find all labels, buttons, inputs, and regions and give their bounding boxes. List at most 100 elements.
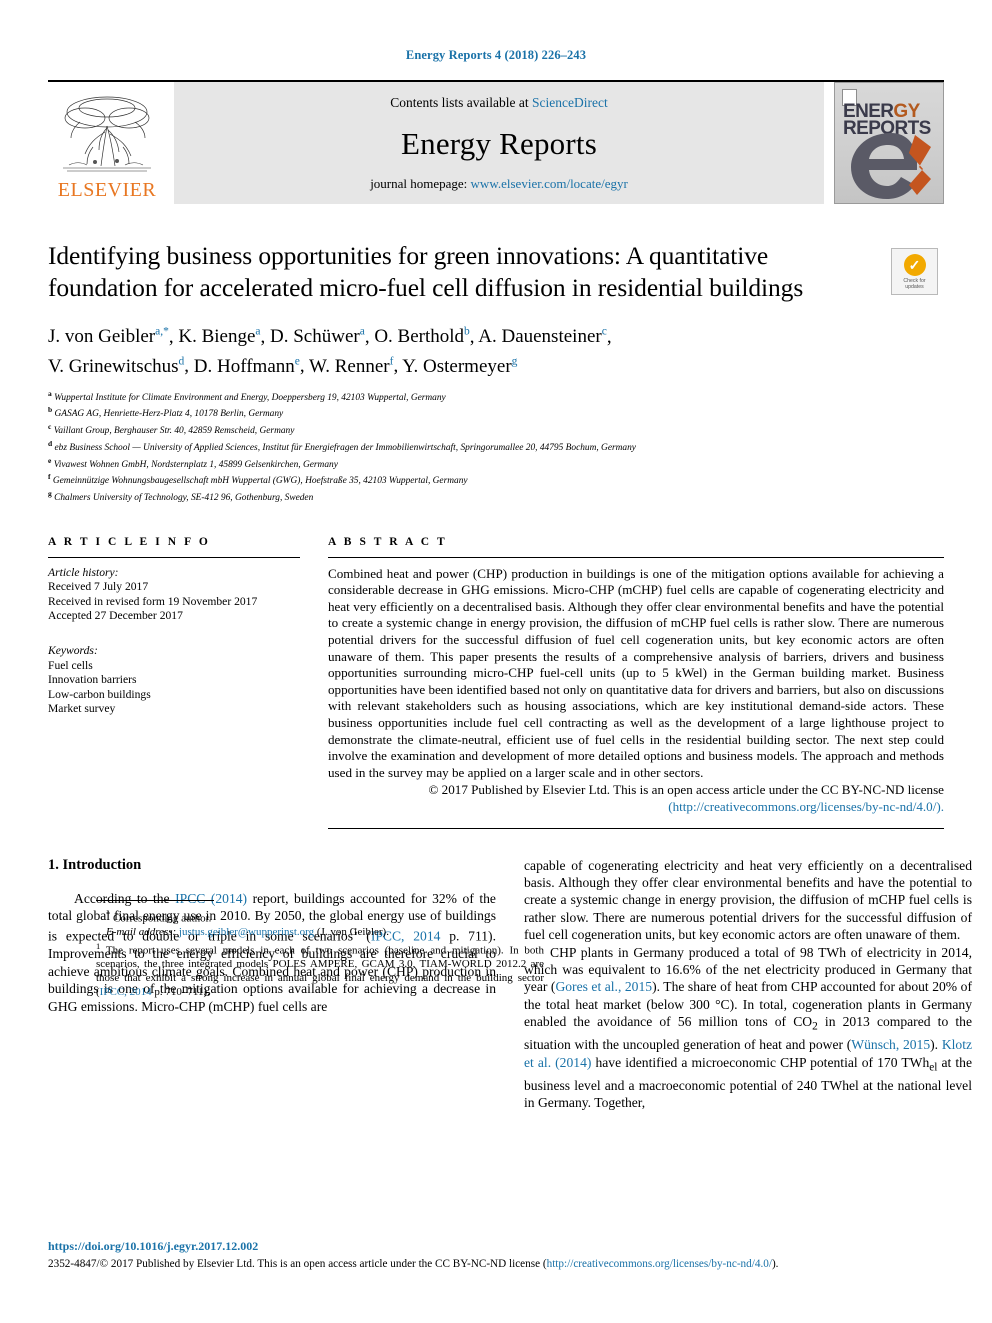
affiliation-text: Vivawest Wohnen GmbH, Nordsternplatz 1, …	[53, 459, 338, 470]
banner-center: Contents lists available at ScienceDirec…	[174, 82, 824, 204]
email-label: E-mail address:	[106, 926, 177, 939]
title-area: Identifying business opportunities for g…	[48, 240, 944, 505]
author: J. von Geiblera,*	[48, 326, 169, 347]
author-affiliation-mark[interactable]: f	[390, 355, 394, 367]
affiliation-mark: d	[48, 438, 53, 448]
citation-link[interactable]: Gores et al., 2015	[555, 979, 652, 994]
author-affiliation-mark[interactable]: d	[179, 355, 185, 367]
footnote-mark: 1	[96, 940, 101, 951]
info-abstract-region: A R T I C L E I N F O Article history: R…	[48, 536, 944, 829]
contents-line: Contents lists available at ScienceDirec…	[390, 95, 607, 111]
keyword-item: Innovation barriers	[48, 673, 137, 687]
author: O. Bertholdb	[374, 326, 469, 347]
author-name: J. von Geibler	[48, 326, 156, 348]
article-history: Article history: Received 7 July 2017 Re…	[48, 566, 300, 624]
affiliation-item: a Wuppertal Institute for Climate Enviro…	[48, 388, 944, 405]
affiliation-mark: a	[48, 388, 52, 398]
body-left-column: 1. Introduction According to the IPCC (2…	[48, 856, 544, 1112]
check-icon: ✓	[908, 257, 921, 273]
homepage-prefix: journal homepage:	[370, 176, 471, 191]
affiliation-mark: b	[48, 405, 53, 415]
affiliation-mark: e	[48, 455, 52, 465]
paragraph-text: have identified a microeconomic CHP pote…	[591, 1054, 930, 1070]
article-page: Energy Reports 4 (2018) 226–243 ELSEVIER…	[0, 0, 992, 1323]
body-columns: 1. Introduction According to the IPCC (2…	[48, 856, 972, 1112]
author: A. Dauensteinerc	[478, 326, 607, 347]
affiliation-item: b GASAG AG, Henriette-Herz-Platz 4, 1017…	[48, 404, 944, 421]
article-history-item: Received 7 July 2017	[48, 580, 149, 594]
affiliation-item: d ebz Business School — University of Ap…	[48, 438, 944, 455]
author-affiliation-mark[interactable]: b	[464, 326, 470, 338]
abstract-bottom-rule	[328, 827, 944, 829]
article-info-heading: A R T I C L E I N F O	[48, 535, 211, 548]
journal-banner: ELSEVIER Contents lists available at Sci…	[48, 80, 944, 204]
author: V. Grinewitschusd	[48, 355, 185, 376]
crossmark-label-line2: updates	[905, 284, 924, 290]
author-affiliation-mark[interactable]: a	[360, 326, 365, 338]
author: K. Biengea	[178, 326, 260, 347]
citation-link[interactable]: Wünsch, 2015	[851, 1037, 930, 1052]
copyright-text: © 2017 Published by Elsevier Ltd. This i…	[428, 782, 944, 798]
affiliation-list: a Wuppertal Institute for Climate Enviro…	[48, 388, 944, 505]
issn-text: 2352-4847/© 2017 Published by Elsevier L…	[48, 1258, 547, 1270]
keywords-label: Keywords:	[48, 644, 98, 658]
section-title-introduction: 1. Introduction	[48, 856, 142, 873]
sciencedirect-link[interactable]: ScienceDirect	[532, 95, 608, 110]
affiliation-item: f Gemeinnützige Wohnungsbaugesellschaft …	[48, 471, 944, 488]
author: D. Hoffmanne	[193, 355, 300, 377]
author-affiliation-mark[interactable]: a,*	[155, 326, 169, 338]
affiliation-text: Chalmers University of Technology, SE-41…	[54, 493, 314, 504]
crossmark-label: Check for updates	[903, 278, 925, 290]
footnote-text: Corresponding author.	[113, 912, 212, 925]
abstract-heading: A B S T R A C T	[328, 535, 448, 548]
email-link[interactable]: justus.geibler@wupperinst.org	[179, 926, 314, 938]
journal-cover-thumbnail: ENERGY REPORTS	[834, 82, 944, 204]
issn-tail: ).	[771, 1258, 779, 1270]
affiliation-item: e Vivawest Wohnen GmbH, Nordsternplatz 1…	[48, 455, 944, 472]
footnote-separator	[96, 899, 214, 901]
elsevier-logo: ELSEVIER	[48, 82, 166, 204]
affiliation-item: g Chalmers University of Technology, SE-…	[48, 488, 944, 505]
footnotes-block: * Corresponding author. E-mail address: …	[96, 899, 544, 1000]
license-link[interactable]: (http://creativecommons.org/licenses/by-…	[668, 799, 944, 814]
affiliation-mark: c	[48, 422, 52, 432]
crossmark-circle-icon: ✓	[903, 254, 926, 276]
citation-link[interactable]: IPCC, 2014	[100, 986, 152, 998]
crossmark-badge[interactable]: ✓ Check for updates	[891, 248, 938, 295]
author-affiliation-mark[interactable]: e	[295, 355, 300, 367]
keyword-item: Fuel cells	[48, 658, 93, 672]
license-link[interactable]: http://creativecommons.org/licenses/by-n…	[547, 1258, 772, 1270]
affiliation-text: Wuppertal Institute for Climate Environm…	[54, 392, 446, 403]
author-name: A. Dauensteiner	[478, 326, 602, 348]
affiliation-item: c Vaillant Group, Berghauser Str. 40, 42…	[48, 421, 944, 438]
author-affiliation-mark[interactable]: g	[512, 355, 518, 367]
footnote-corresponding: * Corresponding author.	[96, 908, 544, 926]
homepage-line: journal homepage: www.elsevier.com/locat…	[370, 176, 628, 192]
keywords-block: Keywords: Fuel cells Innovation barriers…	[48, 644, 300, 717]
author-name: K. Bienge	[178, 326, 256, 348]
author-name: W. Renner	[309, 355, 390, 377]
author: W. Rennerf	[309, 355, 394, 377]
author-name: Y. Ostermeyer	[402, 355, 512, 377]
affiliation-text: GASAG AG, Henriette-Herz-Platz 4, 10178 …	[54, 409, 284, 420]
author-name: O. Berthold	[374, 326, 465, 348]
page-title: Identifying business opportunities for g…	[48, 241, 804, 302]
body-right-column: capable of cogenerating electricity and …	[524, 857, 972, 1112]
article-info-column: A R T I C L E I N F O Article history: R…	[48, 536, 300, 829]
author-name: D. Schüwer	[270, 326, 360, 348]
page-footer: https://doi.org/10.1016/j.egyr.2017.12.0…	[48, 1239, 944, 1271]
article-history-label: Article history:	[48, 565, 119, 579]
doi-link[interactable]: https://doi.org/10.1016/j.egyr.2017.12.0…	[48, 1239, 944, 1254]
journal-homepage-link[interactable]: www.elsevier.com/locate/egyr	[471, 176, 628, 191]
author-affiliation-mark[interactable]: c	[602, 326, 607, 338]
energy-reports-e-logo-icon	[851, 133, 931, 199]
author: D. Schüwera	[270, 326, 365, 347]
abstract-text: Combined heat and power (CHP) production…	[328, 565, 944, 780]
author-name: D. Hoffmann	[193, 355, 295, 377]
article-history-item: Accepted 27 December 2017	[48, 609, 183, 623]
author-affiliation-mark[interactable]: a	[255, 326, 260, 338]
affiliation-text: Vaillant Group, Berghauser Str. 40, 4285…	[53, 426, 295, 437]
author: Y. Ostermeyerg	[402, 355, 518, 377]
affiliation-mark: f	[48, 472, 51, 482]
footnote-email: E-mail address: justus.geibler@wupperins…	[96, 926, 544, 940]
